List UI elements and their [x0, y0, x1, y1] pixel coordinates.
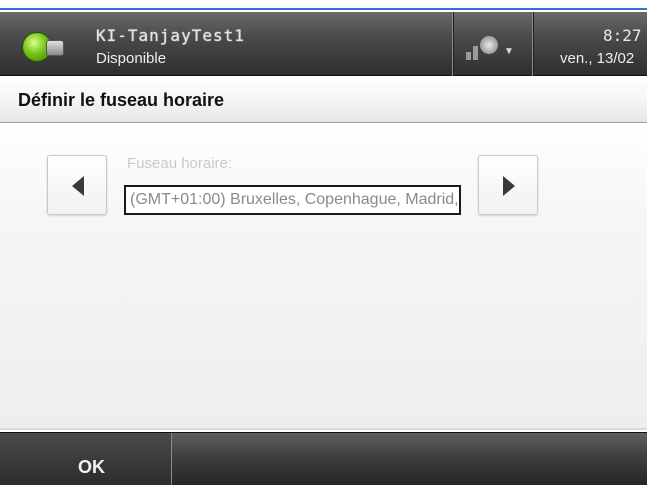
ok-softkey-label: OK [78, 457, 105, 477]
arrow-right-icon [503, 176, 515, 196]
presence-status[interactable]: Disponible [96, 50, 166, 67]
camera-icon [46, 40, 64, 56]
connectivity-icon[interactable]: ▼ [466, 32, 516, 60]
status-separator [532, 12, 533, 76]
clock-date[interactable]: ven., 13/02 [560, 50, 634, 67]
status-bar: KI-TanjayTest1 Disponible ▼ 8:27 ven., 1… [0, 12, 647, 76]
clock-time[interactable]: 8:27 [603, 26, 642, 45]
presence-available-icon[interactable] [22, 28, 66, 64]
timezone-field[interactable]: (GMT+01:00) Bruxelles, Copenhague, Madri… [124, 185, 461, 215]
next-timezone-button[interactable] [478, 155, 538, 215]
ok-softkey[interactable]: OK [0, 433, 172, 485]
softkey-bar: OK [0, 432, 647, 485]
status-separator [452, 12, 453, 76]
chevron-down-icon: ▼ [504, 46, 514, 57]
top-accent-bar [0, 0, 647, 10]
title-bar: Définir le fuseau horaire [0, 77, 647, 123]
page-title: Définir le fuseau horaire [18, 90, 225, 110]
account-name[interactable]: KI-TanjayTest1 [96, 26, 245, 45]
timezone-label: Fuseau horaire: [127, 155, 233, 172]
content-divider [0, 428, 647, 430]
previous-timezone-button[interactable] [47, 155, 107, 215]
plug-icon [480, 36, 498, 54]
arrow-left-icon [72, 176, 84, 196]
